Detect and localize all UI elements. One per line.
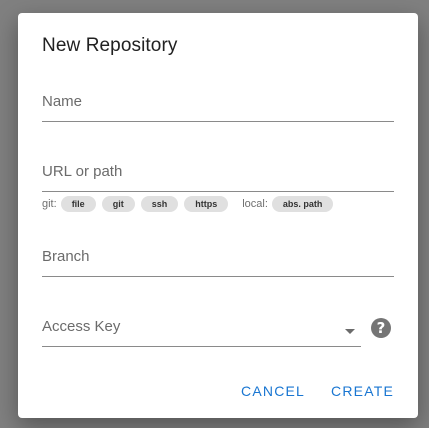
- name-input[interactable]: [42, 91, 398, 123]
- chip-https[interactable]: https: [184, 196, 229, 212]
- create-button[interactable]: CREATE: [331, 383, 394, 399]
- local-hint-label: local:: [242, 198, 268, 210]
- chevron-down-icon[interactable]: [345, 329, 355, 334]
- name-field[interactable]: Name: [42, 91, 398, 123]
- branch-input[interactable]: [42, 246, 398, 278]
- url-hints: git: file git ssh https local: abs. path: [42, 195, 339, 213]
- chip-abs-path[interactable]: abs. path: [271, 196, 334, 212]
- url-field[interactable]: URL or path: [42, 161, 398, 193]
- access-key-label: Access Key: [42, 318, 121, 335]
- dialog-actions: CANCEL CREATE: [241, 383, 394, 399]
- chip-file[interactable]: file: [60, 196, 96, 212]
- url-input[interactable]: [42, 161, 398, 193]
- cancel-button[interactable]: CANCEL: [241, 383, 305, 399]
- new-repository-dialog: New Repository Name URL or path git: fil…: [18, 13, 418, 418]
- git-hint-label: git:: [42, 198, 57, 210]
- dialog-title: New Repository: [42, 35, 178, 56]
- access-key-select[interactable]: Access Key: [42, 316, 361, 347]
- chip-git[interactable]: git: [101, 196, 135, 212]
- help-circle-icon[interactable]: ?: [371, 318, 391, 338]
- chip-ssh[interactable]: ssh: [140, 196, 179, 212]
- branch-field[interactable]: Branch: [42, 246, 398, 278]
